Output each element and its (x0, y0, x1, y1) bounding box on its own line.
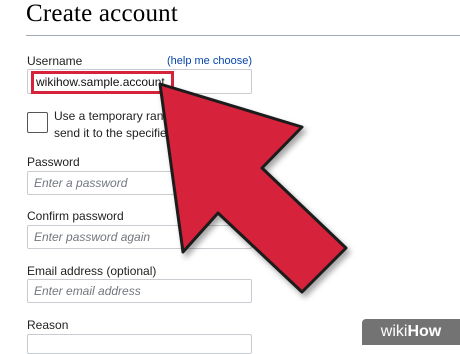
confirm-password-input[interactable] (27, 225, 252, 249)
email-input[interactable] (27, 279, 252, 303)
username-input[interactable]: wikihow.sample.account (27, 69, 252, 94)
password-label: Password (27, 155, 80, 169)
reason-input[interactable] (27, 334, 252, 354)
username-value-highlight: wikihow.sample.account (31, 71, 174, 94)
temporary-password-text-line2: send it to the specified e (54, 126, 184, 140)
email-label: Email address (optional) (27, 264, 157, 278)
help-me-choose-link[interactable]: (help me choose) (167, 55, 252, 67)
watermark-prefix: wiki (380, 323, 408, 340)
watermark-suffix: How (407, 323, 442, 340)
temporary-password-text-line1: Use a temporary rando (54, 109, 177, 123)
create-account-page: Create account Username (help me choose)… (0, 0, 460, 354)
wikihow-watermark: wikiHow (362, 319, 460, 345)
username-label: Username (27, 54, 83, 68)
temporary-password-checkbox[interactable] (27, 112, 48, 133)
title-divider (26, 35, 460, 36)
reason-label: Reason (27, 318, 69, 332)
page-title: Create account (26, 0, 179, 27)
password-input[interactable] (27, 171, 252, 195)
confirm-password-label: Confirm password (27, 209, 124, 223)
